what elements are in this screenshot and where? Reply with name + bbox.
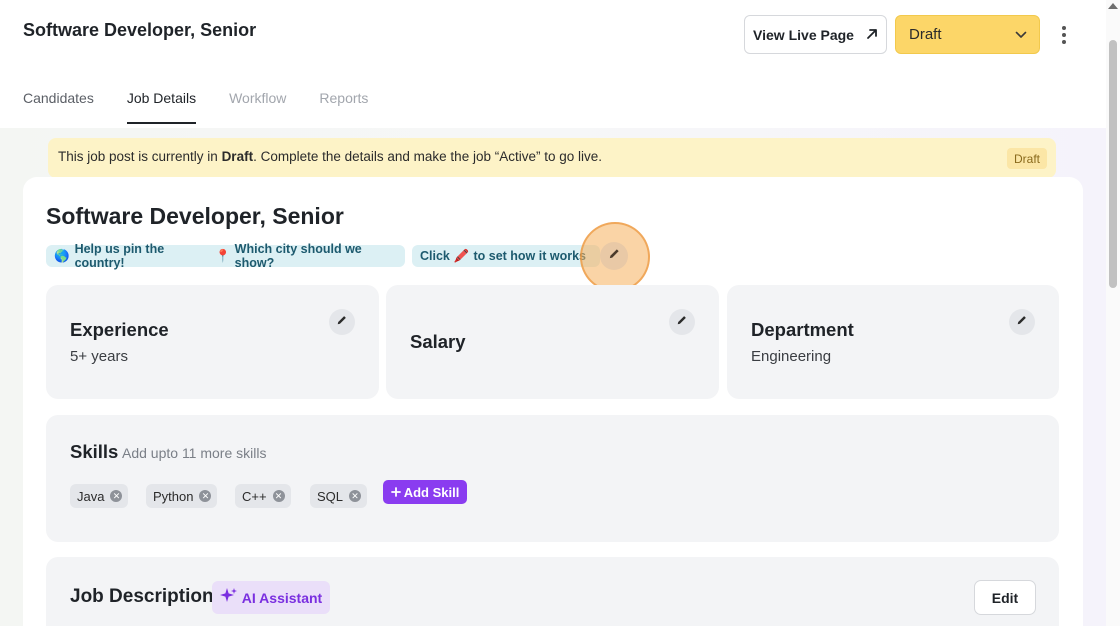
pencil-icon: [676, 313, 688, 331]
tab-workflow[interactable]: Workflow: [229, 90, 286, 126]
crayon-icon: 🖍️: [453, 248, 470, 263]
work-mode-chip[interactable]: Click 🖍️ to set how it works: [412, 245, 600, 267]
department-label: Department: [751, 319, 854, 340]
edit-department-button[interactable]: [1009, 309, 1035, 335]
top-header: Software Developer, Senior View Live Pag…: [0, 0, 1120, 128]
experience-label: Experience: [70, 319, 169, 340]
status-badge: Draft: [1006, 148, 1047, 169]
skill-tag: Python ✕: [146, 484, 218, 508]
salary-card: Salary: [386, 285, 719, 399]
department-value: Engineering: [751, 348, 832, 365]
remove-skill-icon[interactable]: ✕: [199, 490, 212, 502]
remove-skill-icon[interactable]: ✕: [110, 490, 123, 502]
job-description-card: Job Description AI Assistant Edit: [46, 557, 1059, 626]
draft-notice-text: This job post is currently in Draft. Com…: [58, 149, 603, 164]
pin-icon: 📍: [215, 248, 231, 263]
pencil-icon: [336, 313, 348, 331]
tab-bar: Candidates Job Details Workflow Reports: [23, 90, 401, 126]
edit-job-description-button[interactable]: Edit: [974, 580, 1036, 615]
pencil-icon: [1016, 313, 1028, 331]
page-title: Software Developer, Senior: [23, 20, 257, 40]
ai-assistant-button[interactable]: AI Assistant: [212, 581, 330, 614]
chevron-down-icon: [1015, 26, 1027, 43]
salary-label: Salary: [410, 331, 466, 352]
draft-notice-banner: This job post is currently in Draft. Com…: [48, 138, 1056, 178]
location-chip[interactable]: 🌎 Help us pin the country! 📍 Which city …: [46, 242, 405, 270]
skills-title: Skills: [70, 441, 119, 462]
edit-experience-button[interactable]: [329, 309, 355, 335]
scrollbar-thumb[interactable]: [1109, 40, 1117, 288]
skill-tag: SQL ✕: [310, 484, 368, 508]
tab-reports[interactable]: Reports: [319, 90, 368, 126]
department-card: Department Engineering: [727, 285, 1059, 399]
remove-skill-icon[interactable]: ✕: [349, 490, 362, 502]
view-live-page-label: View Live Page: [753, 26, 854, 43]
edit-work-mode-button[interactable]: [600, 242, 628, 270]
external-link-icon: [866, 27, 878, 43]
add-skill-button[interactable]: Add Skill: [383, 480, 467, 504]
sparkle-icon: [219, 587, 238, 608]
experience-card: Experience 5+ years: [46, 285, 379, 399]
plus-icon: [390, 485, 401, 500]
tab-job-details[interactable]: Job Details: [126, 90, 197, 126]
globe-icon: 🌎: [54, 248, 70, 263]
skills-hint: Add upto 11 more skills: [122, 445, 267, 461]
skill-tag: Java ✕: [70, 484, 129, 508]
skills-card: Skills Add upto 11 more skills Java ✕ Py…: [46, 415, 1059, 542]
tab-candidates[interactable]: Candidates: [23, 90, 94, 126]
status-value: Draft: [909, 26, 942, 43]
scrollbar[interactable]: [1106, 0, 1120, 626]
status-dropdown[interactable]: Draft: [895, 15, 1040, 54]
pencil-icon: [608, 247, 621, 265]
view-live-page-button[interactable]: View Live Page: [744, 15, 887, 54]
job-title: Software Developer, Senior: [46, 203, 344, 229]
experience-value: 5+ years: [70, 348, 128, 365]
draft-notice-status: Draft: [221, 149, 254, 164]
job-description-title: Job Description: [70, 586, 214, 607]
more-options-icon[interactable]: [1055, 24, 1073, 46]
edit-salary-button[interactable]: [669, 309, 695, 335]
scroll-up-icon[interactable]: [1108, 3, 1118, 9]
skill-tag: C++ ✕: [235, 484, 291, 508]
remove-skill-icon[interactable]: ✕: [272, 490, 285, 502]
